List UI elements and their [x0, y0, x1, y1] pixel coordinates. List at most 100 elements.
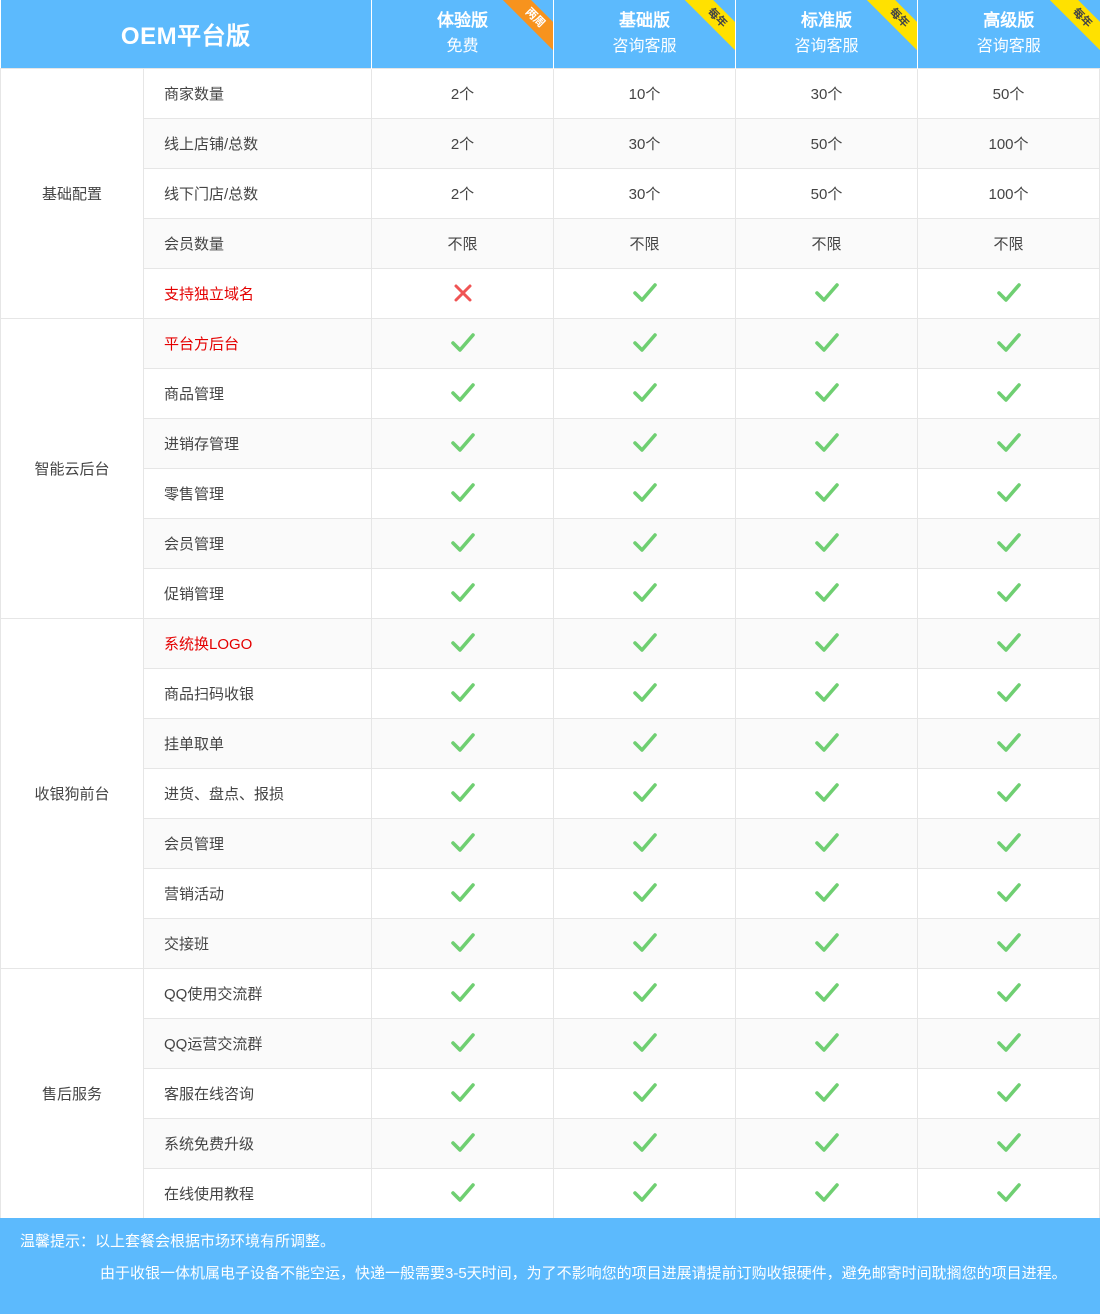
feature-availability-cell [735, 267, 919, 319]
plan-price: 免费 [446, 37, 479, 55]
check-icon [996, 383, 1021, 402]
feature-label: 线下门店/总数 [142, 167, 373, 219]
feature-availability-cell [371, 1067, 555, 1119]
feature-availability-cell [553, 867, 737, 919]
footer-notice: 温馨提示：以上套餐会根据市场环境有所调整。 由于收银一体机属电子设备不能空运，快… [0, 1218, 1100, 1314]
feature-availability-cell [735, 1167, 919, 1219]
table-row: 商品管理 [1, 367, 1100, 419]
feature-availability-cell [917, 1117, 1100, 1169]
feature-availability-cell [371, 717, 555, 769]
check-icon [814, 683, 839, 702]
check-icon [814, 433, 839, 452]
check-icon [632, 533, 657, 552]
table-row: 进货、盘点、报损 [1, 767, 1100, 819]
check-icon [632, 1083, 657, 1102]
plan-header-standard[interactable]: 标准版 咨询客服 每年 [735, 0, 918, 68]
check-icon [814, 733, 839, 752]
feature-value-cell: 30个 [553, 167, 737, 219]
feature-value-cell: 10个 [553, 67, 737, 119]
check-icon [996, 583, 1021, 602]
check-icon [450, 1133, 475, 1152]
check-icon [996, 933, 1021, 952]
check-icon [814, 933, 839, 952]
check-icon [814, 633, 839, 652]
check-icon [996, 483, 1021, 502]
check-icon [450, 783, 475, 802]
feature-availability-cell [917, 917, 1100, 969]
feature-availability-cell [371, 867, 555, 919]
check-icon [632, 1133, 657, 1152]
feature-availability-cell [735, 717, 919, 769]
check-icon [632, 783, 657, 802]
check-icon [996, 733, 1021, 752]
check-icon [450, 433, 475, 452]
check-icon [996, 1133, 1021, 1152]
check-icon [450, 933, 475, 952]
feature-label: 进销存管理 [142, 417, 373, 469]
feature-availability-cell [735, 1117, 919, 1169]
feature-availability-cell [917, 967, 1100, 1019]
check-icon [450, 383, 475, 402]
check-icon [632, 483, 657, 502]
feature-availability-cell [735, 1017, 919, 1069]
feature-availability-cell [917, 667, 1100, 719]
check-icon [632, 1033, 657, 1052]
plan-header-basic[interactable]: 基础版 咨询客服 每年 [553, 0, 736, 68]
shipping-note: 由于收银一体机属电子设备不能空运，快递一般需要3-5天时间，为了不影响您的项目进… [100, 1265, 1067, 1282]
table-header-row: OEM平台版 体验版 免费 两周 基础版 咨询客服 每年 标准版 咨询客服 每年 [0, 0, 1100, 68]
feature-availability-cell [553, 1167, 737, 1219]
feature-availability-cell [553, 717, 737, 769]
tip-line: 温馨提示：以上套餐会根据市场环境有所调整。 [20, 1232, 335, 1252]
feature-label: 会员管理 [142, 517, 373, 569]
check-icon [814, 1183, 839, 1202]
feature-availability-cell [371, 1117, 555, 1169]
check-icon [996, 1033, 1021, 1052]
check-icon [996, 683, 1021, 702]
check-icon [996, 433, 1021, 452]
check-icon [814, 533, 839, 552]
feature-label: 进货、盘点、报损 [142, 767, 373, 819]
check-icon [632, 683, 657, 702]
feature-label: QQ运营交流群 [142, 1017, 373, 1069]
check-icon [632, 983, 657, 1002]
feature-label: 客服在线咨询 [142, 1067, 373, 1119]
check-icon [996, 333, 1021, 352]
feature-label: 促销管理 [142, 567, 373, 619]
category-label: 基础配置 [0, 67, 144, 319]
category-label: 收银狗前台 [0, 617, 144, 969]
feature-value-cell: 100个 [917, 167, 1100, 219]
check-icon [814, 1083, 839, 1102]
feature-label: 商家数量 [142, 67, 373, 119]
feature-availability-cell [371, 917, 555, 969]
feature-availability-cell [553, 767, 737, 819]
feature-availability-cell [735, 917, 919, 969]
check-icon [632, 383, 657, 402]
plan-price: 咨询客服 [612, 37, 677, 55]
check-icon [450, 633, 475, 652]
feature-availability-cell [371, 767, 555, 819]
check-icon [814, 333, 839, 352]
table-row: 挂单取单 [1, 717, 1100, 769]
table-row: 进销存管理 [1, 417, 1100, 469]
check-icon [996, 533, 1021, 552]
feature-availability-cell [553, 1017, 737, 1069]
feature-availability-cell [917, 467, 1100, 519]
feature-availability-cell [917, 817, 1100, 869]
check-icon [632, 733, 657, 752]
feature-label: 系统免费升级 [142, 1117, 373, 1169]
feature-availability-cell [917, 567, 1100, 619]
check-icon [814, 283, 839, 302]
feature-availability-cell [553, 367, 737, 419]
feature-availability-cell [735, 867, 919, 919]
feature-availability-cell [917, 417, 1100, 469]
plan-header-advanced[interactable]: 高级版 咨询客服 每年 [917, 0, 1100, 68]
check-icon [814, 983, 839, 1002]
check-icon [450, 683, 475, 702]
table-row: QQ运营交流群 [1, 1017, 1100, 1069]
check-icon [632, 433, 657, 452]
feature-availability-cell [917, 1167, 1100, 1219]
plan-header-trial[interactable]: 体验版 免费 两周 [371, 0, 554, 68]
feature-availability-cell [371, 617, 555, 669]
feature-availability-cell [371, 817, 555, 869]
feature-availability-cell [917, 517, 1100, 569]
